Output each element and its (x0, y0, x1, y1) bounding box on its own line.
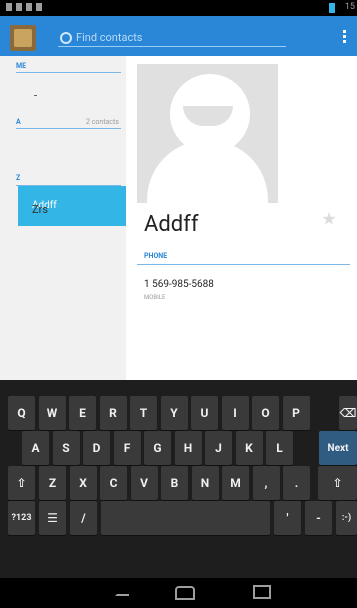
key-t[interactable]: T (130, 396, 157, 430)
alert-icon (26, 3, 32, 11)
battery-icon (329, 3, 335, 13)
key-period[interactable]: . (283, 466, 310, 500)
key-k[interactable]: K (235, 431, 263, 465)
shift-key-left[interactable]: ⇧ (8, 466, 35, 500)
key-z[interactable]: Z (39, 466, 66, 500)
section-header-me: ME (16, 62, 27, 70)
key-r[interactable]: R (99, 396, 127, 430)
key-u[interactable]: U (191, 396, 218, 430)
key-apostrophe[interactable]: ' (274, 501, 301, 535)
key-v[interactable]: V (130, 466, 158, 500)
key-j[interactable]: J (205, 431, 232, 465)
section-header-a: A (16, 118, 21, 126)
key-h[interactable]: H (174, 431, 202, 465)
key-g[interactable]: G (144, 431, 171, 465)
search-placeholder: Find contacts (76, 31, 143, 44)
phone-section-header: PHONE (144, 252, 168, 260)
key-y[interactable]: Y (160, 396, 188, 430)
key-d[interactable]: D (83, 431, 110, 465)
contact-name: Addff (144, 212, 199, 237)
key-i[interactable]: I (221, 396, 249, 430)
contact-list: ME 2 contacts - A Addff Z Zrs (0, 56, 134, 380)
key-p[interactable]: P (282, 396, 310, 430)
key-f[interactable]: F (113, 431, 141, 465)
android-icon (36, 3, 42, 11)
phone-type: MOBILE (144, 294, 166, 301)
overflow-menu-icon[interactable] (343, 30, 346, 43)
key-m[interactable]: M (222, 466, 249, 500)
list-item-me[interactable]: - (34, 89, 37, 102)
home-icon[interactable] (175, 586, 195, 600)
clock: 15 (344, 2, 355, 12)
back-icon[interactable] (115, 586, 129, 596)
navigation-bar (0, 578, 357, 608)
list-item[interactable]: Zrs (32, 203, 48, 216)
backspace-key[interactable]: ⌫ (339, 396, 357, 430)
key-slash[interactable]: / (70, 501, 97, 535)
recent-apps-icon[interactable] (253, 585, 271, 599)
key-q[interactable]: Q (8, 396, 35, 430)
key-dash[interactable]: - (305, 501, 332, 535)
space-bar[interactable] (101, 501, 270, 535)
key-l[interactable]: L (266, 431, 293, 465)
contact-count: 2 contacts (86, 118, 119, 126)
section-header-z: Z (16, 174, 21, 182)
key-s[interactable]: S (52, 431, 80, 465)
symbols-key[interactable]: ?123 (8, 501, 35, 535)
key-a[interactable]: A (22, 431, 49, 465)
status-bar: 15 (0, 0, 357, 16)
key-c[interactable]: C (100, 466, 127, 500)
settings-key[interactable]: ☰ (39, 501, 66, 535)
smiley-key[interactable]: :-) (336, 501, 357, 535)
key-x[interactable]: X (69, 466, 97, 500)
phone-number[interactable]: 1 569-985-5688 (144, 279, 214, 290)
search-input[interactable]: Find contacts (58, 30, 286, 47)
key-e[interactable]: E (69, 396, 96, 430)
search-icon (60, 32, 72, 44)
phone-divider (137, 264, 350, 265)
key-o[interactable]: O (252, 396, 279, 430)
next-key[interactable]: Next (319, 431, 357, 465)
key-n[interactable]: N (191, 466, 219, 500)
shift-key-right[interactable]: ⇧ (318, 466, 357, 500)
key-b[interactable]: B (161, 466, 188, 500)
notification-icon (16, 3, 22, 11)
usb-icon (6, 3, 12, 11)
contact-photo[interactable] (137, 64, 278, 203)
key-w[interactable]: W (38, 396, 66, 430)
key-comma[interactable]: , (252, 466, 280, 500)
contacts-app-icon[interactable] (10, 25, 36, 51)
